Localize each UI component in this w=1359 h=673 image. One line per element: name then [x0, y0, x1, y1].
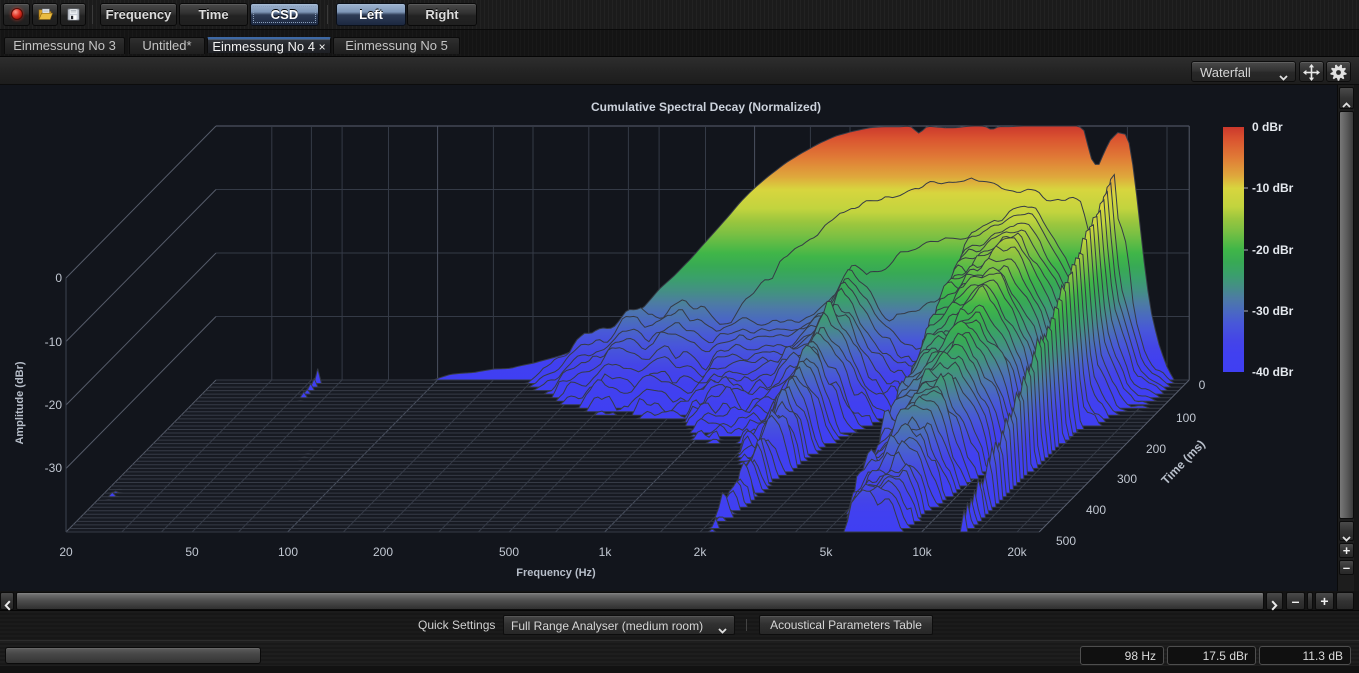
svg-text:Cumulative Spectral Decay (Nor: Cumulative Spectral Decay (Normalized): [591, 100, 821, 114]
svg-text:0: 0: [55, 271, 62, 285]
svg-text:20k: 20k: [1007, 545, 1027, 559]
svg-text:500: 500: [1056, 534, 1076, 548]
svg-text:Amplitude (dBr): Amplitude (dBr): [14, 361, 26, 444]
svg-text:-40 dBr: -40 dBr: [1252, 365, 1294, 379]
svg-text:-20: -20: [45, 398, 63, 412]
svg-text:300: 300: [1117, 472, 1137, 486]
svg-text:200: 200: [1146, 442, 1166, 456]
svg-text:-10: -10: [45, 335, 63, 349]
svg-text:5k: 5k: [820, 545, 834, 559]
svg-text:50: 50: [185, 545, 199, 559]
svg-text:10k: 10k: [912, 545, 932, 559]
svg-text:0: 0: [1199, 378, 1206, 392]
svg-text:400: 400: [1086, 503, 1106, 517]
svg-text:-30: -30: [45, 461, 63, 475]
svg-text:500: 500: [499, 545, 519, 559]
svg-text:200: 200: [373, 545, 393, 559]
svg-text:100: 100: [1176, 411, 1196, 425]
svg-text:100: 100: [278, 545, 298, 559]
svg-text:Frequency (Hz): Frequency (Hz): [516, 567, 596, 579]
svg-text:2k: 2k: [694, 545, 708, 559]
svg-text:20: 20: [59, 545, 73, 559]
svg-text:-20 dBr: -20 dBr: [1252, 243, 1294, 257]
svg-text:-10 dBr: -10 dBr: [1252, 181, 1294, 195]
svg-text:-30 dBr: -30 dBr: [1252, 304, 1294, 318]
svg-text:0 dBr: 0 dBr: [1252, 120, 1283, 134]
svg-text:1k: 1k: [599, 545, 613, 559]
